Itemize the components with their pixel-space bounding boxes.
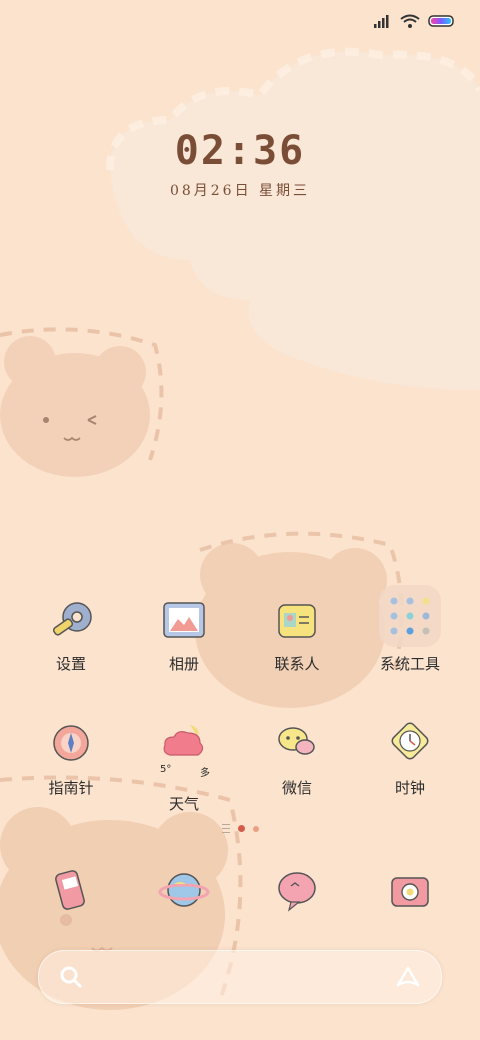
app-label: 时钟 bbox=[394, 779, 425, 797]
assistant-icon[interactable] bbox=[395, 965, 421, 989]
app-folder-system-tools[interactable]: 系统工具 bbox=[355, 583, 465, 674]
app-compass[interactable]: 指南针 bbox=[16, 717, 126, 798]
compass-icon bbox=[53, 725, 89, 761]
dock-messages[interactable] bbox=[242, 862, 352, 918]
photo-frame-icon bbox=[163, 602, 205, 638]
search-icon bbox=[60, 966, 82, 988]
phone-icon bbox=[55, 870, 85, 910]
app-label: 设置 bbox=[55, 655, 86, 673]
dock-browser[interactable] bbox=[129, 862, 239, 918]
contact-card-icon bbox=[278, 604, 316, 638]
message-heart-icon bbox=[278, 872, 316, 912]
clock-time: 02:36 bbox=[174, 128, 306, 174]
dock-camera[interactable] bbox=[355, 862, 465, 918]
app-label: 天气 bbox=[168, 795, 199, 813]
pages-menu-icon bbox=[221, 824, 230, 833]
page-dot bbox=[252, 825, 259, 832]
app-clock[interactable]: 时钟 bbox=[355, 717, 465, 798]
camera-icon bbox=[391, 877, 429, 907]
app-contacts[interactable]: 联系人 bbox=[242, 593, 352, 674]
weather-temp: 5° bbox=[160, 764, 172, 775]
app-gallery[interactable]: 相册 bbox=[129, 593, 239, 674]
clock-date: 08月26日 星期三 bbox=[169, 183, 311, 199]
weather-condition: 多 bbox=[200, 768, 210, 779]
page-dot-active bbox=[237, 825, 245, 832]
app-label: 联系人 bbox=[274, 655, 320, 673]
clock-icon bbox=[391, 722, 429, 760]
search-bar[interactable] bbox=[38, 950, 442, 1004]
folder-icon bbox=[379, 585, 441, 647]
app-settings[interactable]: 设置 bbox=[16, 593, 126, 674]
wifi-icon bbox=[400, 14, 420, 28]
dock-phone[interactable] bbox=[16, 862, 126, 918]
battery-icon bbox=[428, 15, 454, 27]
weather-widget: 5° 多 bbox=[160, 764, 210, 779]
gear-wrench-icon bbox=[52, 602, 92, 636]
page-indicator[interactable] bbox=[0, 824, 480, 833]
app-label: 指南针 bbox=[48, 779, 94, 797]
app-label: 系统工具 bbox=[379, 655, 440, 673]
signal-icon bbox=[374, 15, 389, 28]
app-wechat[interactable]: 微信 bbox=[242, 717, 352, 798]
browser-planet-icon bbox=[158, 873, 210, 907]
status-bar bbox=[374, 10, 456, 32]
app-label: 微信 bbox=[281, 779, 312, 797]
app-label: 相册 bbox=[168, 655, 199, 673]
chat-bubbles-icon bbox=[278, 727, 315, 755]
